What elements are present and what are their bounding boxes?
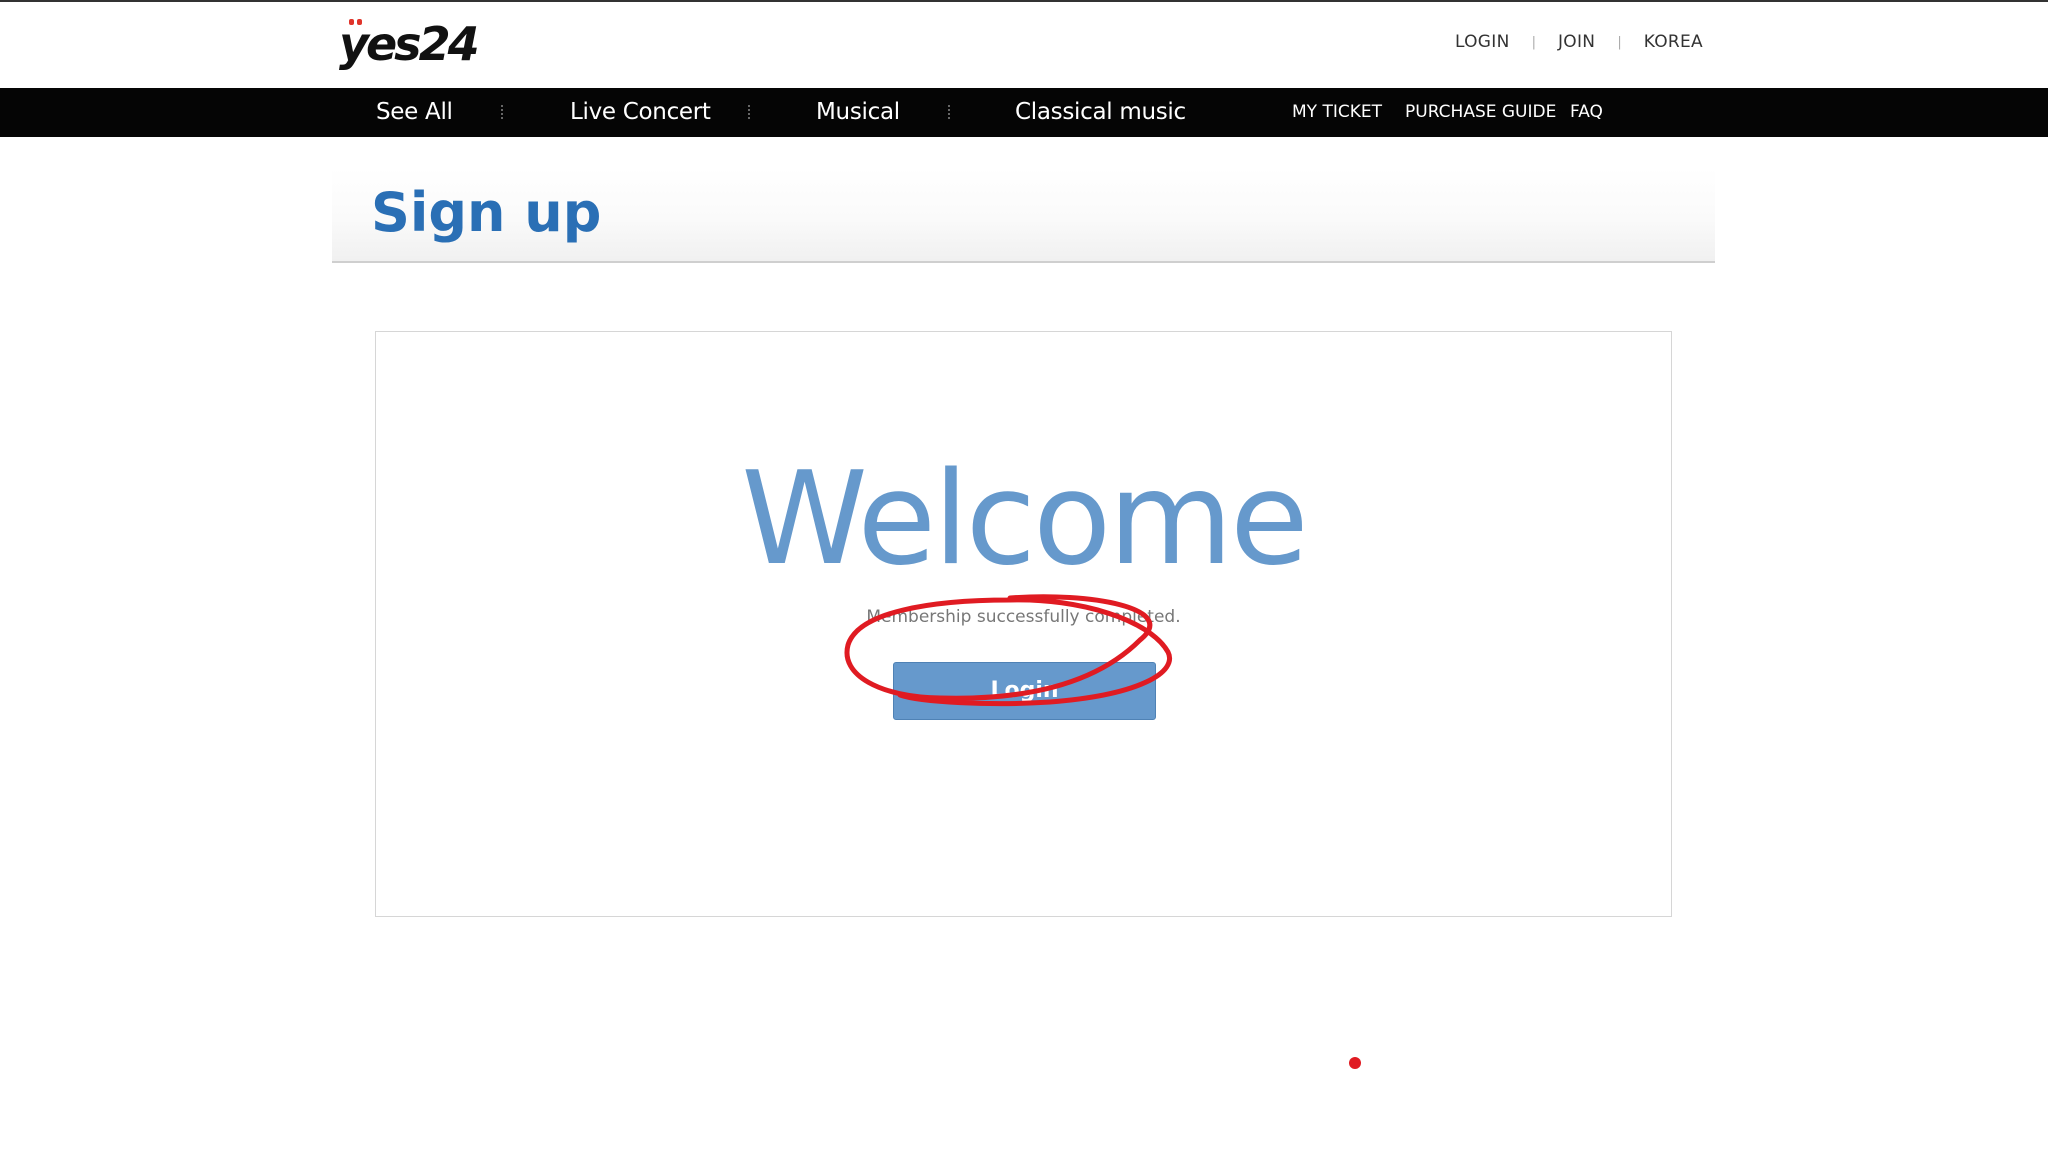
nav-divider xyxy=(501,105,503,119)
korea-link[interactable]: KOREA xyxy=(1644,32,1703,52)
utility-nav: LOGIN | JOIN | KOREA xyxy=(1455,32,1703,52)
annotation-red-dot xyxy=(1349,1057,1361,1069)
join-link[interactable]: JOIN xyxy=(1558,32,1595,52)
welcome-panel: Welcome Membership successfully complete… xyxy=(375,331,1672,917)
top-rule xyxy=(0,0,2048,2)
membership-message: Membership successfully completed. xyxy=(866,607,1181,627)
title-divider xyxy=(332,261,1715,263)
nav-faq[interactable]: FAQ xyxy=(1570,88,1603,137)
nav-purchase-guide[interactable]: PURCHASE GUIDE xyxy=(1405,88,1556,137)
welcome-heading: Welcome xyxy=(741,445,1309,594)
util-separator: | xyxy=(1617,34,1622,50)
nav-musical[interactable]: Musical xyxy=(816,88,900,137)
nav-see-all[interactable]: See All xyxy=(376,88,453,137)
nav-divider xyxy=(948,105,950,119)
nav-divider xyxy=(748,105,750,119)
nav-my-ticket[interactable]: MY TICKET xyxy=(1292,88,1382,137)
yes24-logo[interactable]: yes24 xyxy=(339,18,480,70)
page-title: Sign up xyxy=(371,181,602,244)
nav-live-concert[interactable]: Live Concert xyxy=(570,88,711,137)
main-nav: See All Live Concert Musical Classical m… xyxy=(0,88,2048,137)
nav-classical-music[interactable]: Classical music xyxy=(1015,88,1186,137)
login-button[interactable]: Login xyxy=(893,662,1156,720)
util-separator: | xyxy=(1531,34,1536,50)
login-link[interactable]: LOGIN xyxy=(1455,32,1510,52)
